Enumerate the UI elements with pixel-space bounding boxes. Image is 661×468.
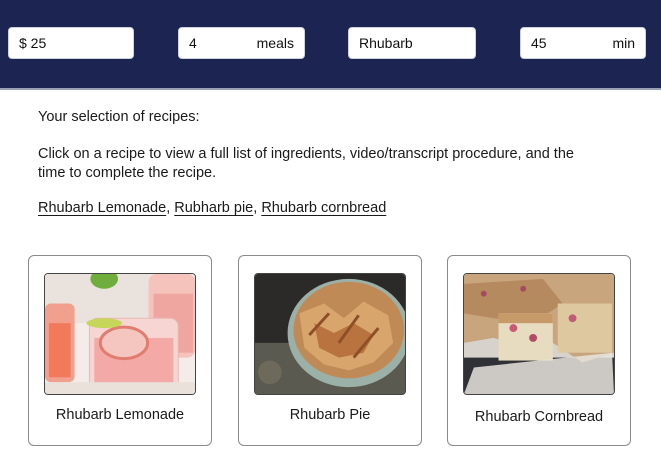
ingredient-field[interactable]: Rhubarb [348, 27, 476, 59]
recipe-card-pie[interactable]: Rhubarb Pie [238, 255, 422, 446]
time-unit: min [612, 35, 635, 51]
time-field[interactable]: 45 min [520, 27, 646, 59]
ingredient-value: Rhubarb [359, 35, 413, 51]
instructions-text: Click on a recipe to view a full list of… [38, 146, 574, 181]
cornbread-photo [463, 273, 615, 395]
time-value: 45 [531, 35, 547, 51]
link-rhubarb-cornbread[interactable]: Rhubarb cornbread [261, 200, 386, 216]
meals-value: 4 [189, 35, 197, 51]
recipe-card-lemonade[interactable]: Rhubarb Lemonade [28, 255, 212, 446]
lemonade-photo [44, 273, 196, 395]
recipe-title: Rhubarb Lemonade [55, 407, 185, 423]
budget-value: $ 25 [19, 35, 47, 51]
meals-unit: meals [256, 35, 294, 51]
filter-bar: $ 25 4 meals Rhubarb 45 min [0, 0, 661, 90]
link-rhubarb-pie[interactable]: Rubharb pie [174, 200, 253, 216]
budget-field[interactable]: $ 25 [8, 27, 134, 59]
recipe-title: Rhubarb Cornbread [474, 409, 604, 425]
link-rhubarb-lemonade[interactable]: Rhubarb Lemonade [38, 200, 166, 216]
recipe-title: Rhubarb Pie [289, 407, 371, 423]
meals-field[interactable]: 4 meals [178, 27, 305, 59]
selection-heading: Your selection of recipes: [38, 109, 200, 125]
recipe-card-cornbread[interactable]: Rhubarb Cornbread [447, 255, 631, 446]
recipe-links: Rhubarb Lemonade, Rubharb pie, Rhubarb c… [38, 199, 386, 218]
pie-photo [254, 273, 406, 395]
